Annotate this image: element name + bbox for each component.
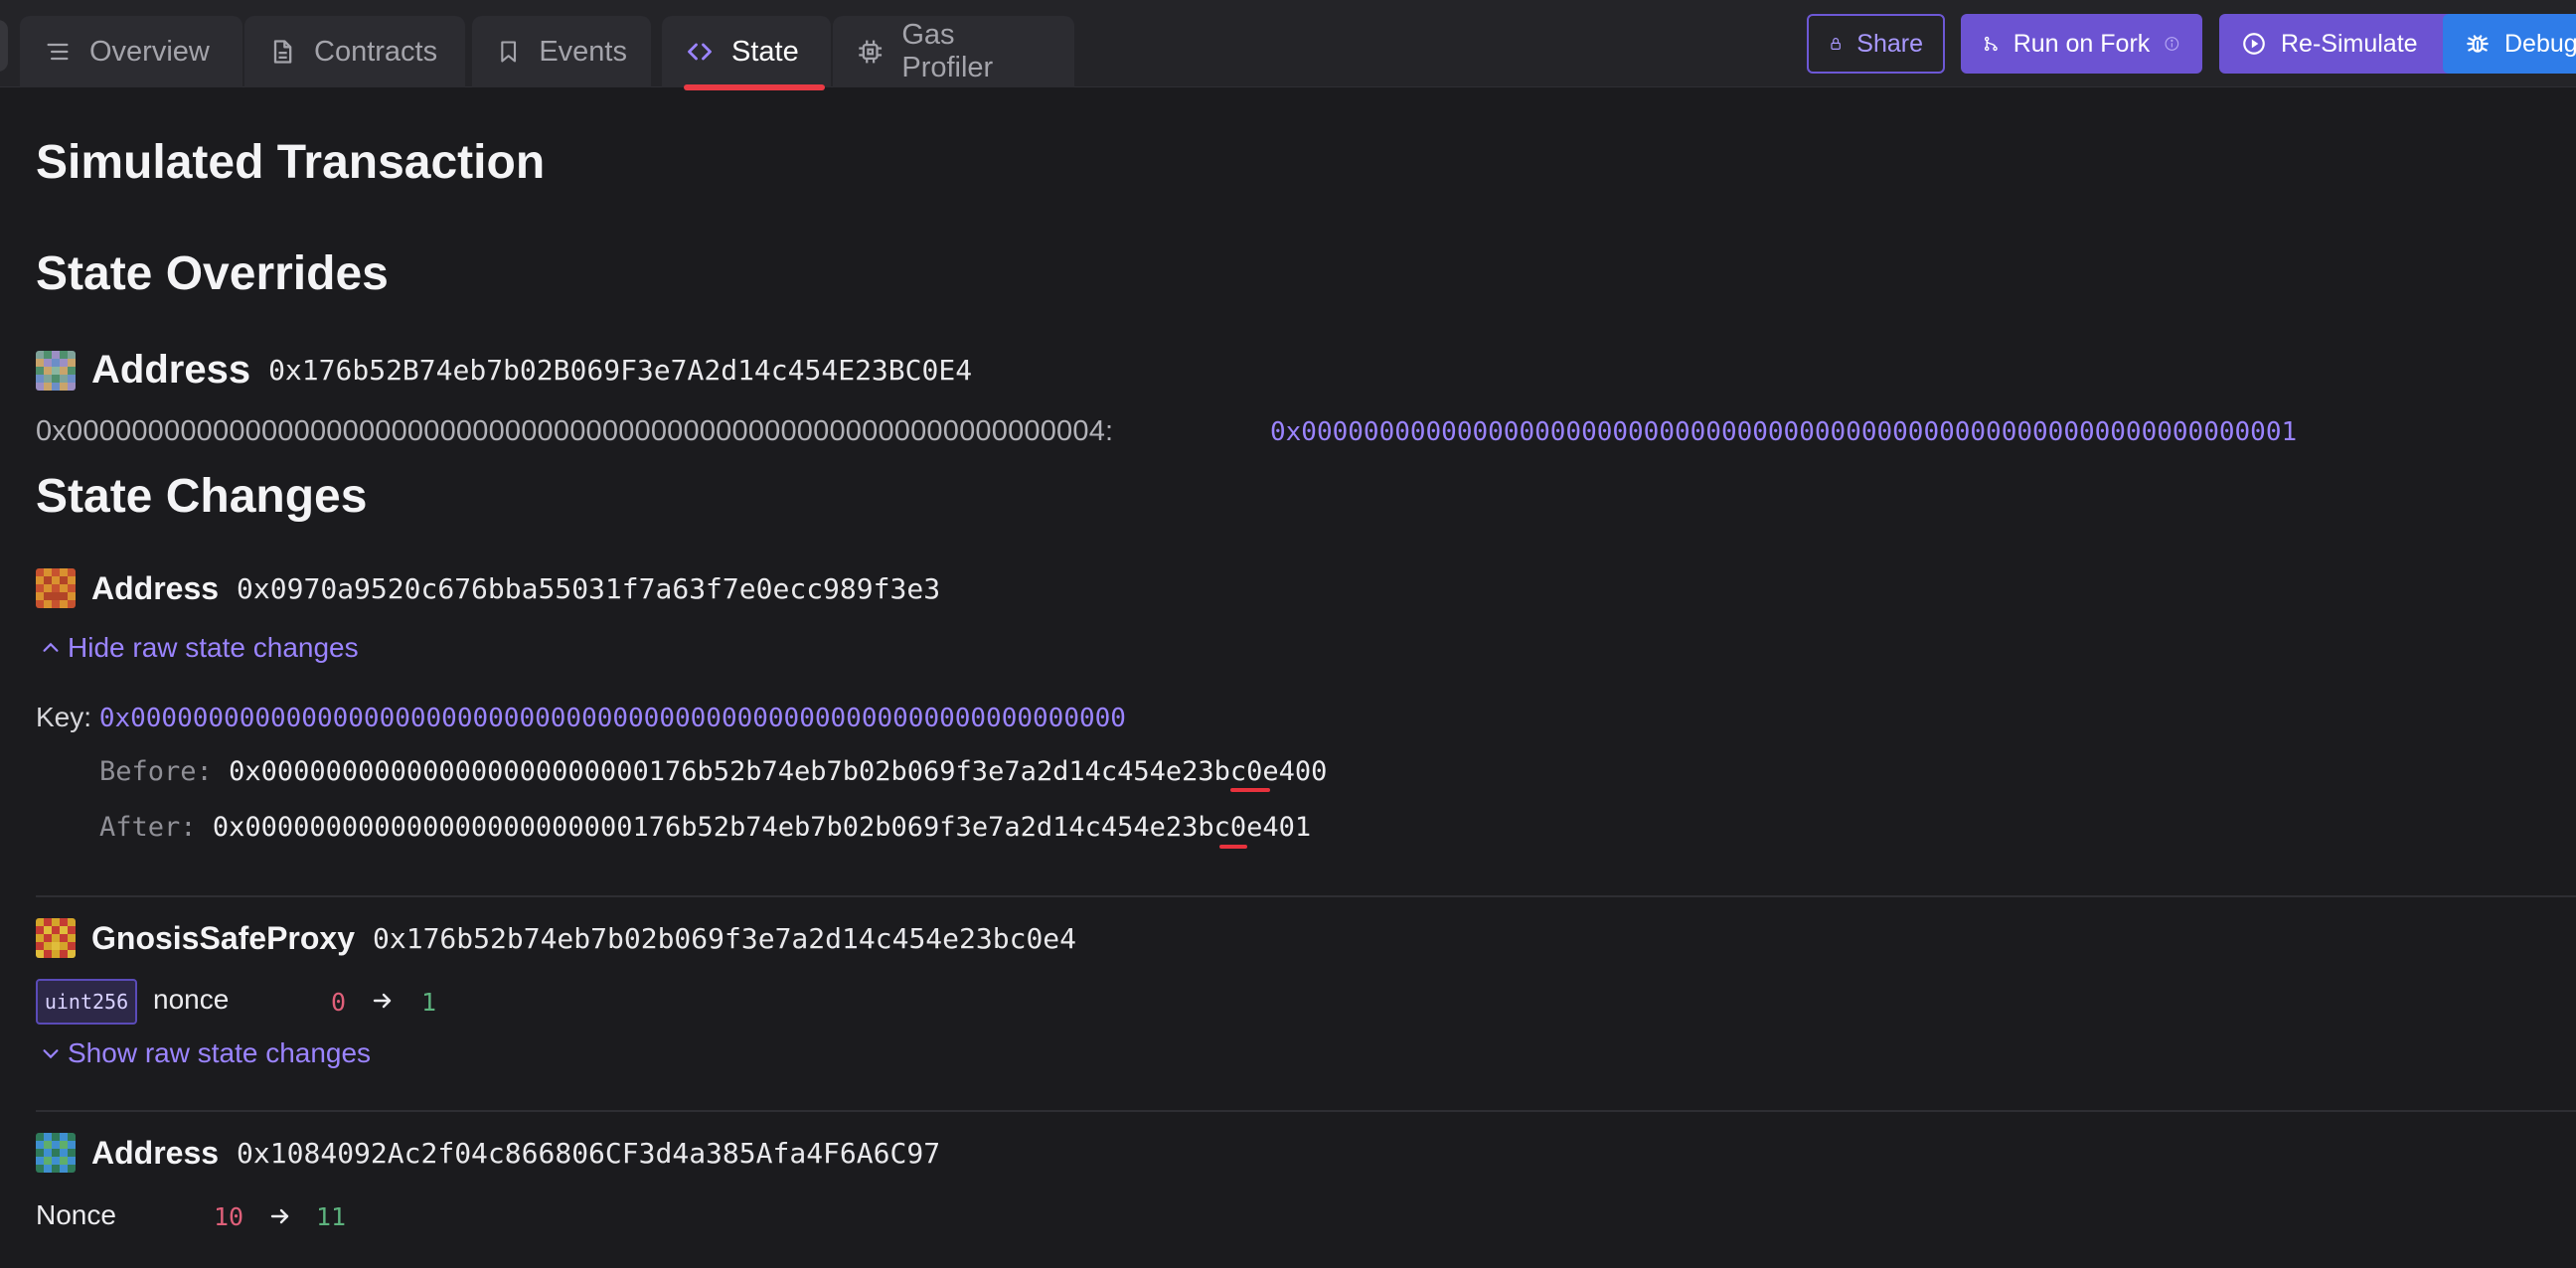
arrow-right-icon [270, 1208, 289, 1224]
address-avatar [36, 1133, 76, 1173]
override-address-row: Address 0x176b52B74eb7b02B069F3e7A2d14c4… [36, 348, 972, 393]
new-value: 11 [316, 1202, 347, 1231]
address-label: Address [91, 1134, 220, 1171]
re-simulate-button[interactable]: Re-Simulate [2219, 14, 2458, 74]
sidebar-collapse-handle[interactable] [0, 20, 8, 72]
override-value: 0x00000000000000000000000000000000000000… [1270, 417, 2298, 447]
active-tab-indicator [684, 84, 825, 90]
tab-label: Events [539, 35, 627, 68]
before-label: Before: [99, 756, 213, 787]
key-label: Key: [36, 702, 92, 732]
override-slot: 0x00000000000000000000000000000000000000… [36, 415, 1114, 447]
play-circle-icon [2243, 33, 2265, 55]
type-badge: uint256 [36, 979, 137, 1025]
show-raw-state-changes-link[interactable]: Show raw state changes [40, 1037, 371, 1069]
address-avatar [36, 350, 76, 391]
git-fork-icon [1984, 36, 1998, 52]
bug-icon [2467, 35, 2489, 53]
variable-name: nonce [153, 984, 230, 1015]
tab-label: Contracts [314, 35, 438, 68]
after-diff-highlight [1219, 845, 1247, 849]
info-icon[interactable] [2164, 31, 2180, 57]
address-avatar [36, 568, 76, 608]
before-diff-highlight [1230, 788, 1270, 792]
address-avatar [36, 918, 76, 958]
list-icon [47, 43, 69, 61]
chevron-down-icon [43, 1049, 59, 1059]
top-bar: Overview Contracts Events State Gas Prof… [0, 0, 2576, 90]
tab-label: State [731, 35, 799, 68]
tab-gas-profiler[interactable]: Gas Profiler [833, 16, 1074, 87]
chip-icon [859, 40, 883, 64]
tab-state[interactable]: State [662, 16, 831, 87]
bookmark-icon [501, 41, 517, 63]
address-value[interactable]: 0x1084092Ac2f04c866806CF3d4a385Afa4F6A6C… [237, 1137, 940, 1170]
old-value: 0 [331, 988, 347, 1017]
old-value: 10 [214, 1202, 244, 1231]
state-overrides-heading: State Overrides [36, 247, 389, 300]
address-label: Address [91, 348, 251, 392]
tab-label: Gas Profiler [901, 19, 994, 83]
tab-contracts[interactable]: Contracts [244, 16, 465, 87]
change-address-row: GnosisSafeProxy 0x176b52b74eb7b02b069f3e… [36, 918, 1076, 958]
tab-events[interactable]: Events [472, 16, 651, 87]
document-icon [273, 40, 292, 64]
tab-label: Overview [89, 35, 210, 68]
after-value: 0x000000000000000000000000176b52b74eb7b0… [212, 812, 1312, 843]
debugger-button[interactable]: Debugg [2443, 14, 2576, 74]
change-address-row: Address 0x0970a9520c676bba55031f7a63f7e0… [36, 568, 940, 608]
change-address-row: Address 0x1084092Ac2f04c866806CF3d4a385A… [36, 1133, 940, 1173]
raw-key-row: Key: 0x000000000000000000000000000000000… [36, 702, 1126, 733]
address-value[interactable]: 0x0970a9520c676bba55031f7a63f7e0ecc989f3… [237, 572, 940, 605]
key-value: 0x00000000000000000000000000000000000000… [98, 704, 1126, 733]
variable-name: Nonce [36, 1199, 116, 1230]
after-row: After: 0x000000000000000000000000176b52b… [99, 812, 1311, 843]
before-row: Before: 0x000000000000000000000000176b52… [99, 756, 1327, 787]
after-label: After: [99, 812, 197, 843]
address-value[interactable]: 0x176b52b74eb7b02b069f3e7a2d14c454e23bc0… [373, 922, 1076, 955]
section-divider [36, 895, 2576, 897]
page-title: Simulated Transaction [36, 136, 546, 189]
new-value: 1 [421, 988, 437, 1017]
section-divider [36, 1110, 2576, 1112]
address-label: Address [91, 569, 220, 606]
arrow-right-icon [373, 993, 392, 1009]
address-value[interactable]: 0x176b52B74eb7b02B069F3e7A2d14c454E23BC0… [268, 354, 972, 387]
hide-raw-state-changes-link[interactable]: Hide raw state changes [40, 632, 359, 664]
before-value: 0x000000000000000000000000176b52b74eb7b0… [229, 756, 1328, 787]
chevron-up-icon [43, 642, 59, 652]
state-changes-heading: State Changes [36, 470, 368, 523]
tab-overview[interactable]: Overview [20, 16, 242, 87]
code-icon [688, 43, 712, 61]
run-on-fork-button[interactable]: Run on Fork [1961, 14, 2202, 74]
share-button[interactable]: Share [1807, 14, 1945, 74]
lock-icon [1831, 38, 1841, 50]
contract-name: GnosisSafeProxy [91, 919, 355, 956]
